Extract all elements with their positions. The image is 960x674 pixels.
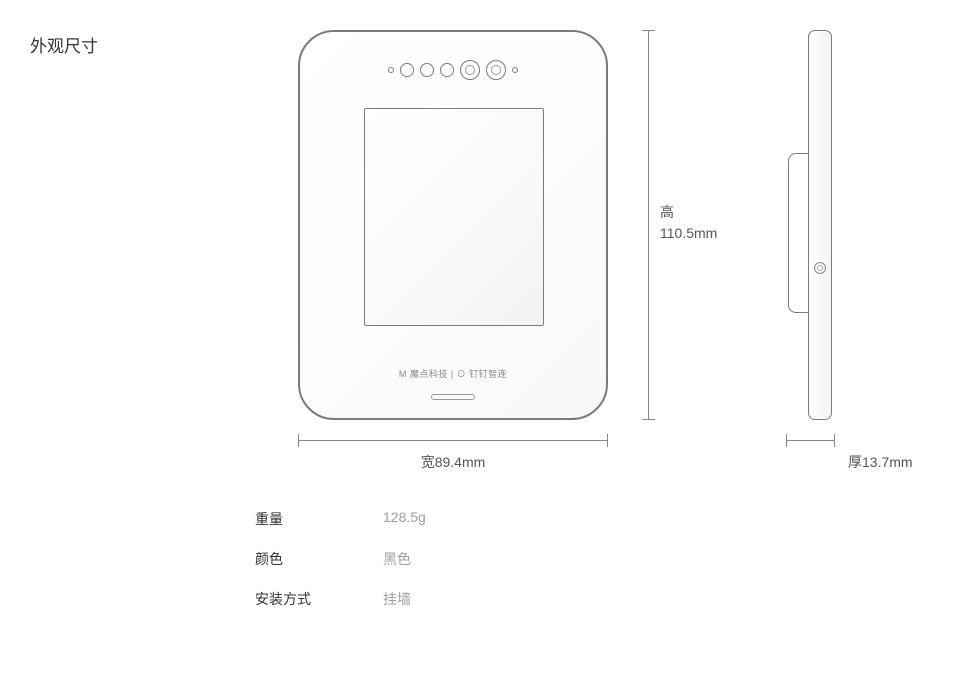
spec-row: 颜色 黑色 xyxy=(255,549,426,569)
device-side-body xyxy=(808,30,832,420)
led-icon xyxy=(388,67,394,73)
spec-value: 黑色 xyxy=(383,549,411,569)
section-title: 外观尺寸 xyxy=(30,32,98,57)
thickness-dimension-line xyxy=(786,430,835,460)
device-screen xyxy=(364,108,544,326)
spec-value: 挂墙 xyxy=(383,589,411,609)
camera-icon xyxy=(486,60,506,80)
thickness-label-text: 厚 xyxy=(848,454,862,470)
spec-row: 安装方式 挂墙 xyxy=(255,589,426,609)
spec-row: 重量 128.5g xyxy=(255,509,426,529)
mount-bracket-icon xyxy=(788,153,808,313)
thickness-value: 13.7mm xyxy=(862,454,913,470)
sensor-icon xyxy=(440,63,454,77)
led-icon xyxy=(512,67,518,73)
dimension-diagram: M 魔点科技 | ⊙ 钉钉智连 高 110.5mm 宽89.4mm 厚13.7m… xyxy=(298,30,938,470)
screw-icon xyxy=(814,262,826,274)
brand-label: M 魔点科技 | ⊙ 钉钉智连 xyxy=(300,367,606,380)
sensor-icon xyxy=(400,63,414,77)
height-value: 110.5mm xyxy=(660,225,717,241)
sensor-icon xyxy=(420,63,434,77)
height-label-text: 高 xyxy=(660,204,674,220)
spec-value: 128.5g xyxy=(383,509,426,529)
spec-label: 安装方式 xyxy=(255,589,383,609)
camera-icon xyxy=(460,60,480,80)
speaker-grille-icon xyxy=(431,394,475,400)
width-label: 宽89.4mm xyxy=(298,452,608,472)
device-front-view: M 魔点科技 | ⊙ 钉钉智连 xyxy=(298,30,608,420)
width-label-text: 宽 xyxy=(421,454,435,470)
thickness-label: 厚13.7mm xyxy=(848,452,913,472)
height-label: 高 110.5mm xyxy=(660,202,717,244)
sensor-row xyxy=(300,60,606,80)
spec-label: 颜色 xyxy=(255,549,383,569)
width-value: 89.4mm xyxy=(435,454,486,470)
spec-label: 重量 xyxy=(255,509,383,529)
spec-table: 重量 128.5g 颜色 黑色 安装方式 挂墙 xyxy=(255,509,426,629)
